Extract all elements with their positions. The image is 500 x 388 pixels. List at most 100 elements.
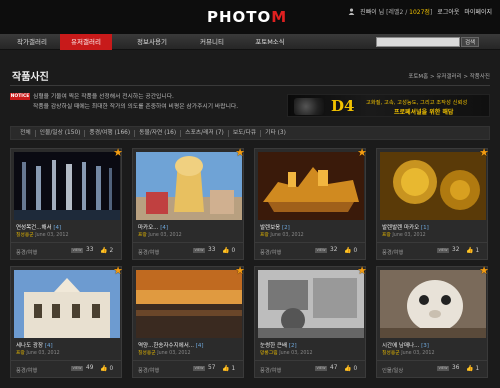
card-title: 시간에 남매나... [3] <box>382 341 429 349</box>
like-count: 👍 1 <box>222 365 235 372</box>
author-name[interactable]: 프랑 <box>138 233 147 238</box>
page-title: 작품사진 <box>12 72 49 83</box>
card-footer: 풍경/여행 VIEW 33 👍 0 <box>133 242 243 260</box>
view-count-value: 49 <box>86 365 94 371</box>
view-count: VIEW 49 <box>71 365 93 371</box>
post-date: June 03, 2012 <box>35 233 69 238</box>
view-count-value: 32 <box>452 247 460 253</box>
photo-card[interactable]: ★ 시간에 남매나... [3] 칠성용군 June 03, 2012 인물/일… <box>376 264 489 378</box>
thumbs-up-icon: 👍 <box>466 365 474 372</box>
author-name[interactable]: 칠성용군 <box>138 351 156 356</box>
photo-thumbnail[interactable] <box>258 270 364 338</box>
author-name[interactable]: 망롱그림 <box>260 351 278 356</box>
photo-card[interactable]: ★ 세나도 광장 [4] 프랑 June 03, 2012 풍경/여행 VIEW… <box>10 264 123 378</box>
tab-etc[interactable]: 기타 (3) <box>261 130 290 137</box>
view-count-value: 33 <box>208 247 216 253</box>
card-footer: 인물/일상 VIEW 36 👍 1 <box>377 360 487 378</box>
author-name[interactable]: 칠성용군 <box>382 351 400 356</box>
view-count-value: 47 <box>330 365 338 371</box>
view-icon: VIEW <box>71 365 83 371</box>
view-icon: VIEW <box>193 365 205 371</box>
search-button[interactable]: 검색 <box>461 37 479 47</box>
tab-documentary[interactable]: 보도/다큐 <box>229 129 262 137</box>
photo-thumbnail[interactable] <box>380 270 486 338</box>
banner-line-1: 고화질, 고속, 고성능도, 그리고 조작성 신뢰성 <box>366 100 468 106</box>
card-category: 인물/일상 <box>382 368 404 374</box>
view-icon: VIEW <box>437 247 449 253</box>
site-logo[interactable]: PHOTOM <box>207 8 287 26</box>
author-name[interactable]: 프랑 <box>382 233 391 238</box>
like-count-value: 1 <box>475 247 480 254</box>
photo-card[interactable]: ★ 발렌보옹 [2] 프랑 June 03, 2012 풍경/여행 VIEW 32… <box>254 146 367 260</box>
post-date: June 03, 2012 <box>392 233 426 238</box>
tab-people[interactable]: 인물/일상 (150) <box>36 129 86 137</box>
tab-all[interactable]: 전체 <box>16 129 36 137</box>
photo-thumbnail[interactable] <box>258 152 364 220</box>
view-count: VIEW 47 <box>315 365 337 371</box>
photo-card[interactable]: ★ 눈썽한 큰배 [2] 망롱그림 June 03, 2012 풍경/여행 VI… <box>254 264 367 378</box>
card-author-line: 프랑 June 03, 2012 <box>382 231 426 238</box>
photo-card[interactable]: ★ 역양...한송자수지에서... [4] 칠성용군 June 03, 2012… <box>132 264 245 378</box>
logo-text: PHOTO <box>207 8 272 26</box>
card-footer: 풍경/여행 VIEW 33 👍 2 <box>11 242 121 260</box>
like-count: 👍 0 <box>100 365 113 372</box>
thumbs-up-icon: 👍 <box>466 247 474 254</box>
notice-line-2: 작품을 감상하실 때에는 최대한 작가의 의도를 존중하여 비평은 삼가주시기 … <box>33 104 239 110</box>
photo-thumbnail[interactable] <box>14 152 120 220</box>
nav-item-news[interactable]: 포토M소식 <box>244 34 296 50</box>
tab-landscape[interactable]: 풍경/여행 (166) <box>85 129 136 137</box>
top-bar: PHOTOM 진빠이 님 [레벨2 / 1027점] 로그아웃 마이페이지 <box>0 0 500 34</box>
card-title: 발렌보옹 [2] <box>260 223 290 231</box>
featured-star-icon: ★ <box>479 264 489 277</box>
post-date: June 03, 2012 <box>279 351 313 356</box>
card-category: 풍경/여행 <box>260 250 282 256</box>
thumbs-up-icon: 👍 <box>344 247 352 254</box>
camera-icon <box>294 98 324 115</box>
nav-item-community[interactable]: 커뮤니티 <box>186 34 238 50</box>
tab-nature[interactable]: 동물/자연 (16) <box>135 129 182 137</box>
photo-thumbnail[interactable] <box>136 270 242 338</box>
user-icon <box>348 8 355 15</box>
card-title: 마카오... [4] <box>138 223 168 231</box>
banner-line-2: 프로페셔널을 위한 해답 <box>394 109 454 116</box>
main-nav: 작가갤러리 유저갤러리 정보사용기 커뮤니티 포토M소식 검색 <box>0 34 500 50</box>
view-count-value: 33 <box>86 247 94 253</box>
notice-text: 심혈을 기울여 찍은 작품을 선정해서 전시하는 공간입니다. 작품을 감상하실… <box>33 92 238 112</box>
tab-sports[interactable]: 스포츠/레저 (7) <box>181 129 229 137</box>
card-author-line: 칠성용군 June 03, 2012 <box>382 349 435 356</box>
photo-thumbnail[interactable] <box>136 152 242 220</box>
author-name[interactable]: 프랑 <box>16 351 25 356</box>
author-name[interactable]: 칠성용군 <box>16 233 34 238</box>
card-title: 역양...한송자수지에서... [4] <box>138 341 204 349</box>
view-count-value: 32 <box>330 247 338 253</box>
card-footer: 풍경/여행 VIEW 57 👍 1 <box>133 360 243 378</box>
like-count: 👍 1 <box>466 247 479 254</box>
ad-banner[interactable]: D4 고화질, 고속, 고성능도, 그리고 조작성 신뢰성 프로페셔널을 위한 … <box>287 94 490 117</box>
mypage-link[interactable]: 마이페이지 <box>464 7 492 16</box>
nav-item-user-gallery[interactable]: 유저갤러리 <box>60 34 112 50</box>
card-footer: 풍경/여행 VIEW 47 👍 0 <box>255 360 365 378</box>
user-name: 진빠이 님 <box>360 9 385 16</box>
nav-item-artist-gallery[interactable]: 작가갤러리 <box>6 34 58 50</box>
breadcrumb: 포토M홈 > 유저갤러리 > 작품사진 <box>408 74 490 80</box>
photo-card[interactable]: ★ 발렌발렌 마카오 [1] 프랑 June 03, 2012 풍경/여행 VI… <box>376 146 489 260</box>
photo-card[interactable]: ★ 연성목건...해서 [4] 칠성용군 June 03, 2012 풍경/여행… <box>10 146 123 260</box>
view-icon: VIEW <box>437 365 449 371</box>
search-input[interactable] <box>376 37 460 47</box>
featured-star-icon: ★ <box>235 264 245 277</box>
author-name[interactable]: 프랑 <box>260 233 269 238</box>
user-level: [레벨2 / <box>386 9 408 16</box>
photo-thumbnail[interactable] <box>14 270 120 338</box>
photo-thumbnail[interactable] <box>380 152 486 220</box>
user-box: 진빠이 님 [레벨2 / 1027점] 로그아웃 마이페이지 <box>348 7 492 16</box>
nav-item-reviews[interactable]: 정보사용기 <box>126 34 178 50</box>
featured-star-icon: ★ <box>357 264 367 277</box>
photo-card[interactable]: ★ 마카오... [4] 프랑 June 03, 2012 풍경/여행 VIEW… <box>132 146 245 260</box>
post-date: June 03, 2012 <box>401 351 435 356</box>
logout-link[interactable]: 로그아웃 <box>437 7 459 16</box>
like-count-value: 1 <box>475 365 480 372</box>
card-footer: 풍경/여행 VIEW 49 👍 0 <box>11 360 121 378</box>
view-icon: VIEW <box>315 365 327 371</box>
banner-model: D4 <box>331 97 355 115</box>
post-date: June 03, 2012 <box>157 351 191 356</box>
